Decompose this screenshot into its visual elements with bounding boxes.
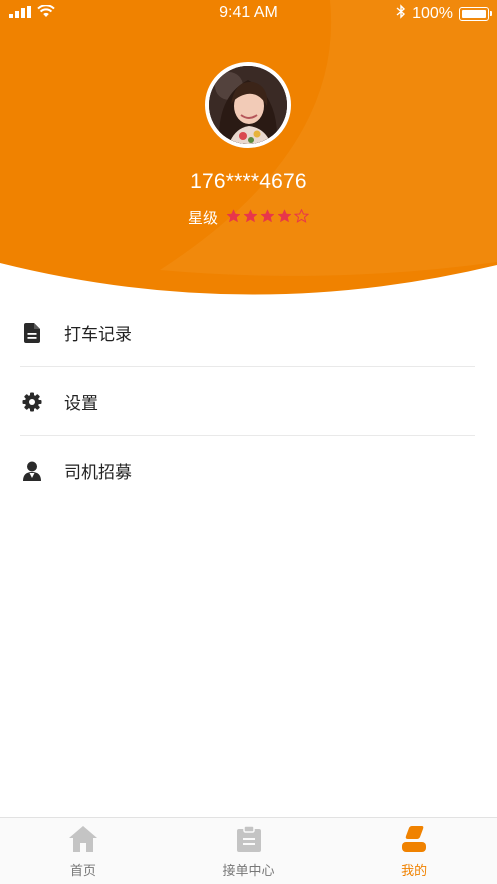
profile-header: 9:41 AM 100% 176****4676 星级	[0, 0, 497, 300]
star-filled-icon	[226, 208, 241, 227]
tab-label: 接单中心	[222, 863, 275, 878]
tab-order-center[interactable]: 接单中心	[166, 818, 332, 884]
person-icon	[22, 461, 42, 481]
tab-home[interactable]: 首页	[0, 818, 166, 884]
tab-label: 我的	[401, 863, 428, 878]
status-bar: 9:41 AM 100%	[0, 0, 497, 28]
menu-item-ride-history[interactable]: 打车记录	[0, 298, 497, 367]
battery-percent: 100%	[412, 5, 453, 22]
home-icon	[68, 826, 97, 857]
document-icon	[22, 322, 42, 343]
menu-item-settings[interactable]: 设置	[0, 367, 497, 436]
star-filled-icon	[260, 208, 275, 227]
menu-item-label: 打车记录	[64, 325, 132, 344]
menu-item-label: 司机招募	[64, 463, 132, 482]
user-rating: 星级	[0, 207, 497, 228]
menu-list: 打车记录 设置 司机招募	[0, 298, 497, 505]
avatar-image	[209, 66, 287, 144]
star-filled-icon	[243, 208, 258, 227]
star-empty-icon	[293, 208, 310, 227]
tab-mine[interactable]: 我的	[331, 818, 497, 884]
header-background	[0, 0, 497, 295]
avatar[interactable]	[205, 62, 291, 148]
star-filled-icon	[277, 208, 292, 227]
rating-label: 星级	[187, 210, 218, 227]
tab-bar: 首页 接单中心 我的	[0, 817, 497, 884]
user-icon	[402, 826, 427, 857]
menu-item-driver-recruitment[interactable]: 司机招募	[0, 436, 497, 505]
rating-stars	[226, 208, 310, 227]
user-phone-number: 176****4676	[190, 170, 307, 193]
clipboard-icon	[236, 825, 261, 857]
menu-item-label: 设置	[64, 394, 98, 413]
gear-icon	[22, 392, 42, 412]
battery-icon	[459, 7, 492, 21]
bluetooth-icon	[396, 4, 406, 24]
tab-label: 首页	[69, 863, 96, 878]
